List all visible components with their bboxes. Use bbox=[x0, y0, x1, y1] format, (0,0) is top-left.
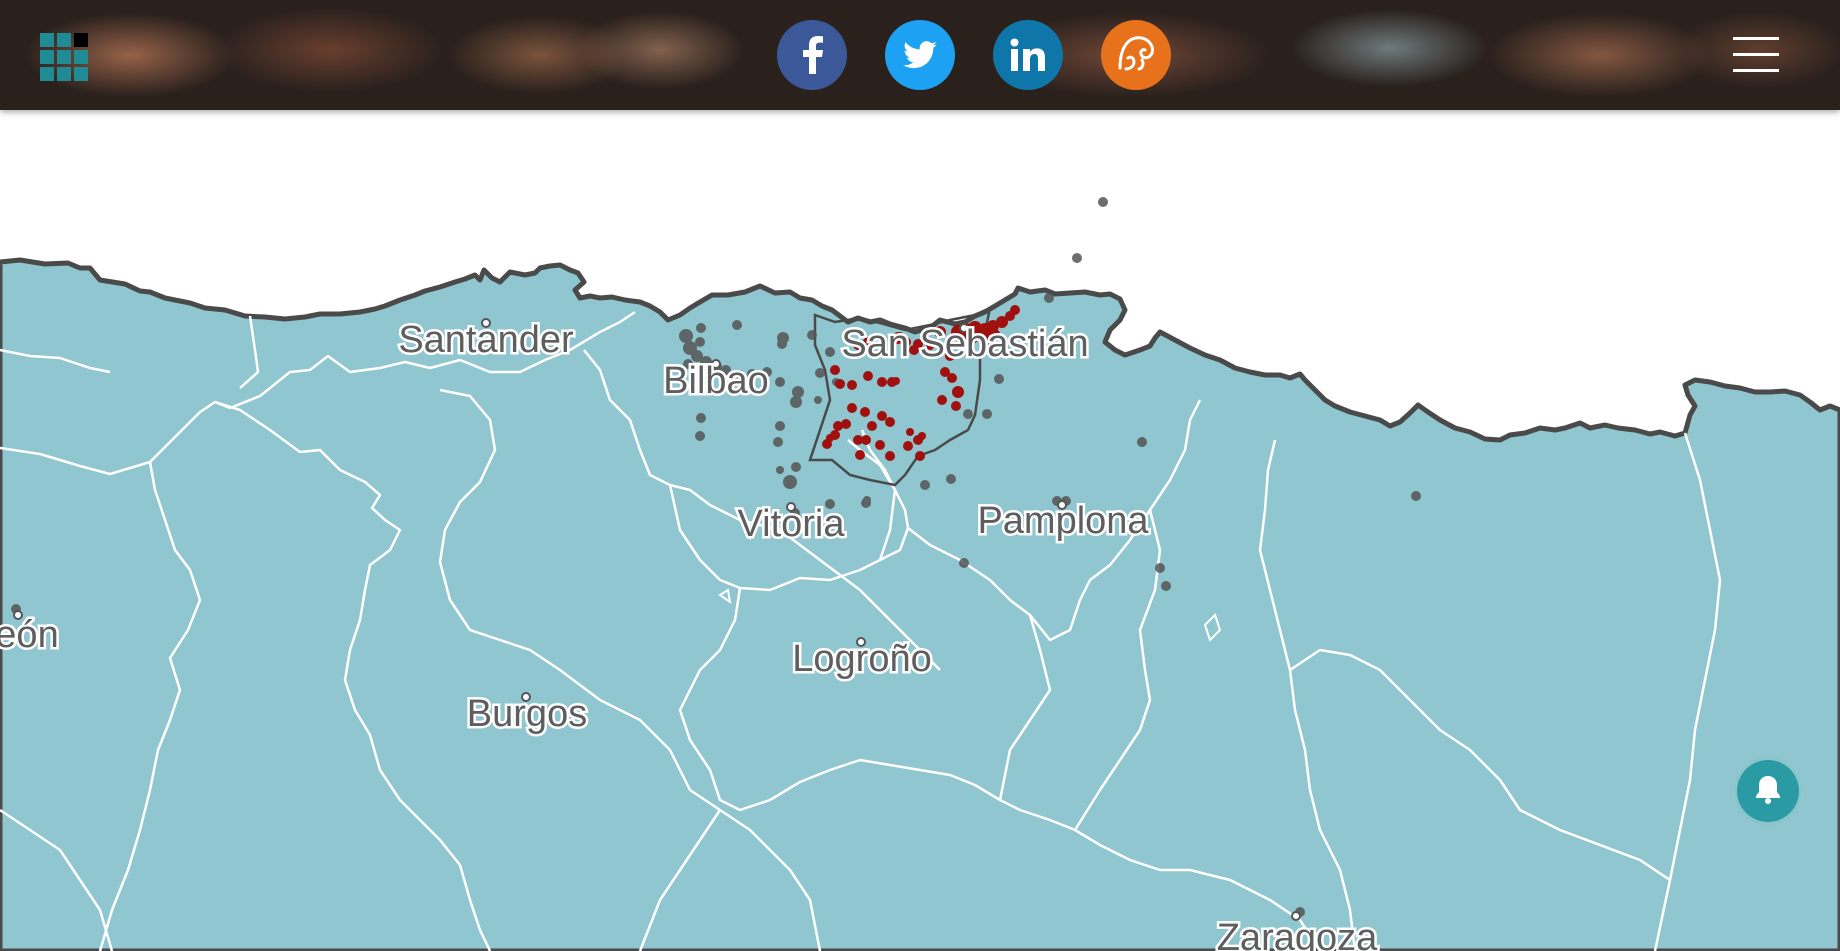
facebook-icon bbox=[800, 36, 824, 74]
meneame-share-button[interactable] bbox=[1101, 20, 1171, 90]
city-label-san-sebastian: San Sebastián bbox=[841, 323, 1088, 365]
city-label-vitoria: Vitoria bbox=[737, 503, 845, 545]
facebook-share-button[interactable] bbox=[777, 20, 847, 90]
bell-icon bbox=[1751, 772, 1785, 811]
linkedin-share-button[interactable] bbox=[993, 20, 1063, 90]
city-label-santander: Santander bbox=[398, 319, 574, 361]
city-label-leon: eón bbox=[0, 614, 59, 656]
city-label-zaragoza: Zaragoza bbox=[1217, 917, 1378, 951]
twitter-icon bbox=[903, 41, 937, 69]
linkedin-icon bbox=[1010, 38, 1046, 72]
city-label-burgos: Burgos bbox=[467, 693, 587, 735]
hamburger-menu-icon[interactable] bbox=[1733, 37, 1779, 73]
twitter-share-button[interactable] bbox=[885, 20, 955, 90]
city-label-bilbao: Bilbao bbox=[663, 360, 769, 402]
map-view[interactable]: Santander Bilbao San Sebastián Vitoria P… bbox=[0, 110, 1840, 951]
site-header bbox=[0, 0, 1840, 110]
city-label-pamplona: Pamplona bbox=[977, 500, 1149, 542]
meneame-icon bbox=[1114, 34, 1158, 76]
notification-bell-button[interactable] bbox=[1737, 760, 1799, 822]
city-label-logrono: Logroño bbox=[792, 638, 931, 680]
grid-logo-icon[interactable] bbox=[40, 33, 88, 81]
